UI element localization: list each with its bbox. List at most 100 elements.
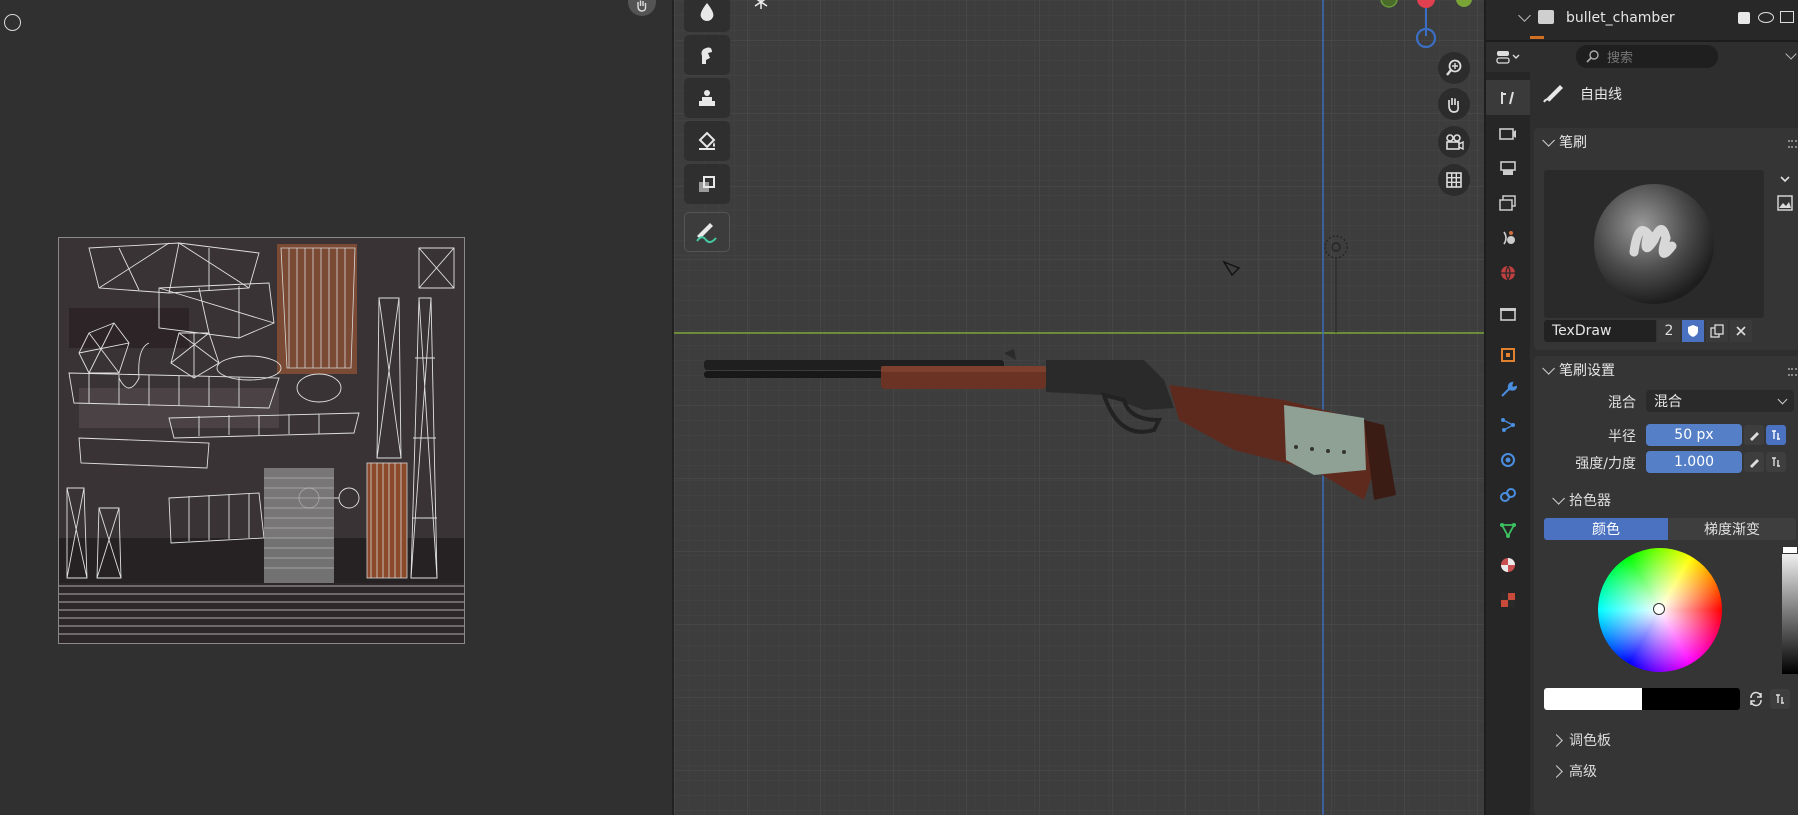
- scene-icon[interactable]: [1486, 220, 1530, 255]
- data-icon[interactable]: [1486, 512, 1530, 547]
- outliner-object-name[interactable]: bullet_chamber: [1566, 10, 1675, 26]
- tool-icon[interactable]: [1486, 80, 1530, 115]
- fake-user-shield-icon[interactable]: [1682, 320, 1704, 342]
- material-icon[interactable]: [1486, 547, 1530, 582]
- primary-color-swatch[interactable]: [1544, 688, 1642, 710]
- collection-icon: [1538, 10, 1554, 24]
- chevron-down-icon[interactable]: [1776, 170, 1794, 188]
- camera-render-icon[interactable]: [1780, 11, 1794, 23]
- brush-panel-title: 笔刷: [1559, 135, 1587, 151]
- outliner-row[interactable]: bullet_chamber: [1486, 0, 1798, 42]
- chevron-down-icon: [1552, 491, 1565, 505]
- active-indicator: [1530, 36, 1544, 39]
- uv-editor[interactable]: [0, 0, 672, 815]
- mask-icon[interactable]: [684, 164, 730, 204]
- 3d-viewport[interactable]: [672, 0, 1484, 815]
- smear-icon[interactable]: [684, 35, 730, 75]
- brush-panel: 笔刷 TexDraw 2: [1534, 128, 1798, 350]
- color-picker-header[interactable]: 拾色器: [1552, 490, 1611, 510]
- view-layer-icon[interactable]: [1486, 185, 1530, 220]
- radius-label: 半径: [1608, 429, 1636, 445]
- zoom-icon[interactable]: [1438, 52, 1470, 84]
- unified-size-icon[interactable]: [1766, 425, 1786, 445]
- fill-icon[interactable]: [684, 121, 730, 161]
- drag-handle-icon[interactable]: [1788, 140, 1798, 148]
- chevron-down-icon[interactable]: [1518, 9, 1531, 22]
- brush-settings-header[interactable]: 笔刷设置: [1534, 356, 1798, 384]
- image-icon[interactable]: [1776, 194, 1794, 212]
- eye-icon[interactable]: [1758, 12, 1774, 23]
- output-icon[interactable]: [1486, 150, 1530, 185]
- chevron-right-icon: [1550, 733, 1563, 747]
- search-icon: [1586, 50, 1599, 63]
- blend-value: 混合: [1654, 394, 1682, 410]
- pressure-pen-icon[interactable]: [1744, 452, 1764, 472]
- properties-tabs: [1486, 72, 1530, 815]
- brush-settings-panel: 笔刷设置 混合 混合 半径 50 px 强度/力度 1.000 拾色器 颜色 梯…: [1534, 356, 1798, 815]
- close-icon[interactable]: [1730, 320, 1752, 342]
- brush-sphere-icon: [1594, 184, 1714, 304]
- uv-2d-cursor[interactable]: [4, 14, 21, 31]
- brush-name-field[interactable]: TexDraw: [1544, 320, 1656, 342]
- search-field[interactable]: 搜索: [1576, 45, 1718, 68]
- chevron-down-icon: [1777, 394, 1788, 405]
- camera-icon[interactable]: [1438, 126, 1470, 158]
- constraints-icon[interactable]: [1486, 477, 1530, 512]
- color-wheel-cursor[interactable]: [1653, 603, 1665, 615]
- swap-colors-icon[interactable]: [1746, 689, 1766, 709]
- blend-dropdown[interactable]: 混合: [1646, 390, 1794, 412]
- search-placeholder: 搜索: [1607, 51, 1634, 66]
- tab-gradient[interactable]: 梯度渐变: [1668, 518, 1796, 540]
- radius-slider[interactable]: 50 px: [1646, 424, 1742, 446]
- secondary-color-swatch[interactable]: [1642, 688, 1740, 710]
- color-wheel[interactable]: [1598, 548, 1722, 672]
- advanced-title: 高级: [1569, 764, 1597, 780]
- navigation-gizmo[interactable]: [1374, 0, 1484, 56]
- blend-label: 混合: [1608, 395, 1636, 411]
- world-icon[interactable]: [1486, 255, 1530, 290]
- clone-icon[interactable]: [684, 78, 730, 118]
- editor-type-dropdown[interactable]: [1496, 46, 1532, 68]
- ortho-grid-icon[interactable]: [1438, 164, 1470, 196]
- strength-slider[interactable]: 1.000: [1646, 451, 1742, 473]
- uv-texture-image: [58, 237, 465, 644]
- pan-hand-icon[interactable]: [628, 0, 656, 16]
- paint-toolbar: [684, 0, 732, 255]
- brush-settings-title: 笔刷设置: [1559, 363, 1615, 379]
- brush-user-count[interactable]: 2: [1658, 320, 1680, 342]
- properties-content: 自由线 笔刷 TexDraw 2 笔刷设置 混合 混合 半径 50 px 强度/…: [1534, 72, 1798, 815]
- particles-icon[interactable]: [1486, 407, 1530, 442]
- physics-icon[interactable]: [1486, 442, 1530, 477]
- pan-hand-icon[interactable]: [1438, 88, 1470, 120]
- advanced-panel-header[interactable]: 高级: [1550, 761, 1597, 781]
- brush-preview[interactable]: [1544, 170, 1764, 318]
- palette-panel-header[interactable]: 调色板: [1550, 730, 1611, 750]
- object-icon[interactable]: [1486, 337, 1530, 372]
- collection-icon[interactable]: [1486, 296, 1530, 331]
- chevron-down-icon[interactable]: [1785, 48, 1797, 60]
- render-icon[interactable]: [1486, 115, 1530, 150]
- chevron-down-icon: [1542, 361, 1555, 375]
- chevron-right-icon: [1550, 764, 1563, 778]
- checkbox-icon[interactable]: [1738, 12, 1750, 24]
- freehand-draw-icon[interactable]: [684, 212, 730, 252]
- pressure-pen-icon[interactable]: [1744, 425, 1764, 445]
- drag-handle-icon[interactable]: [1788, 368, 1798, 376]
- tool-name: 自由线: [1580, 87, 1622, 103]
- properties-header: 搜索: [1486, 42, 1798, 72]
- palette-title: 调色板: [1569, 733, 1611, 749]
- tab-color[interactable]: 颜色: [1544, 518, 1668, 540]
- blur-icon[interactable]: [684, 0, 730, 32]
- strength-label: 强度/力度: [1575, 456, 1636, 472]
- properties-editor: bullet_chamber 搜索 自由线 笔刷 TexDraw 2 笔刷设置 …: [1484, 0, 1798, 815]
- value-slider[interactable]: [1782, 546, 1798, 674]
- texture-icon[interactable]: [1486, 582, 1530, 617]
- color-picker-title: 拾色器: [1569, 493, 1611, 509]
- brush-panel-header[interactable]: 笔刷: [1534, 128, 1798, 156]
- duplicate-icon[interactable]: [1706, 320, 1728, 342]
- scene-cursor-icon: [754, 0, 768, 9]
- unified-color-icon[interactable]: [1770, 689, 1790, 709]
- chevron-down-icon: [1542, 133, 1555, 147]
- unified-strength-icon[interactable]: [1766, 452, 1786, 472]
- modifier-icon[interactable]: [1486, 372, 1530, 407]
